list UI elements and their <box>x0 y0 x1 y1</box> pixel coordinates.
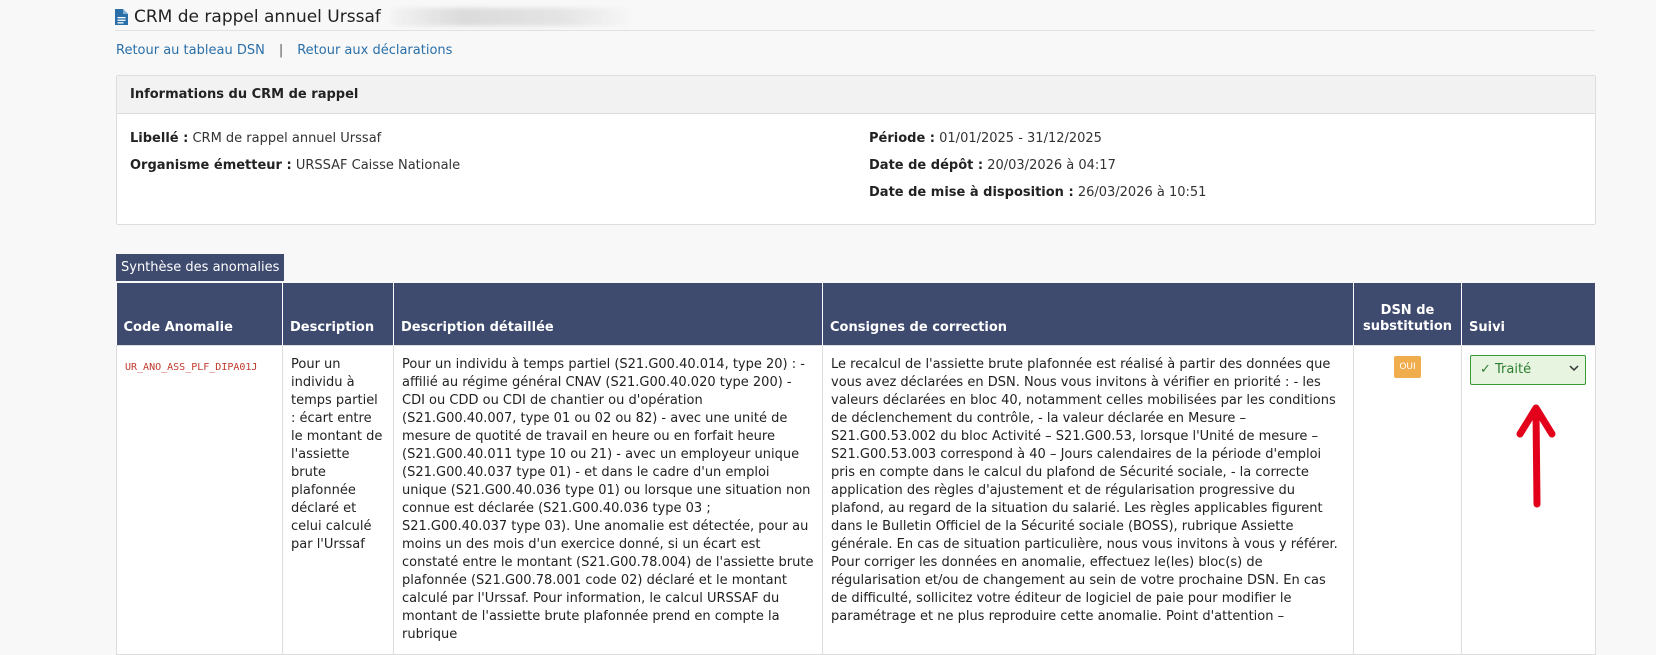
cell-dsn-substitution: OUI <box>1353 345 1462 655</box>
col-header-description[interactable]: Description <box>282 283 394 346</box>
chevron-down-icon <box>1569 361 1579 379</box>
info-left-column: Libellé : CRM de rappel annuel Urssaf Or… <box>130 129 460 183</box>
info-label: Période : <box>869 131 935 146</box>
dsn-substitution-badge: OUI <box>1394 356 1421 378</box>
page-title: CRM de rappel annuel Urssaf <box>115 4 1595 31</box>
crm-info-panel-title: Informations du CRM de rappel <box>117 76 1595 114</box>
page-title-text: CRM de rappel annuel Urssaf <box>134 7 381 27</box>
info-date-mise-disposition: Date de mise à disposition : 26/03/2026 … <box>869 183 1206 210</box>
breadcrumb-links: Retour au tableau DSN | Retour aux déclara… <box>116 43 452 58</box>
col-header-detail[interactable]: Description détaillée <box>393 283 823 346</box>
cell-consignes: Le recalcul de l'assiette brute plafonné… <box>822 345 1354 655</box>
cell-description: Pour un individu à temps partiel : écart… <box>282 345 394 655</box>
table-row: UR_ANO_ASS_PLF_DIPA01J Pour un individu … <box>116 345 1596 655</box>
info-value: URSSAF Caisse Nationale <box>295 158 461 173</box>
synthesis-tab[interactable]: Synthèse des anomalies <box>116 254 285 281</box>
red-arrow-annotation <box>1516 404 1556 508</box>
anomalies-table: Code Anomalie Description Description dé… <box>116 283 1596 655</box>
info-label: Libellé : <box>130 131 189 146</box>
anomaly-code: UR_ANO_ASS_PLF_DIPA01J <box>125 362 258 373</box>
info-libelle: Libellé : CRM de rappel annuel Urssaf <box>130 129 460 156</box>
info-organisme: Organisme émetteur : URSSAF Caisse Natio… <box>130 156 460 183</box>
link-separator: | <box>278 43 284 58</box>
info-value: 01/01/2025 - 31/12/2025 <box>939 131 1102 146</box>
document-icon <box>115 9 128 25</box>
info-value: CRM de rappel annuel Urssaf <box>192 131 382 146</box>
info-value: 26/03/2026 à 10:51 <box>1077 185 1207 200</box>
info-label: Organisme émetteur : <box>130 158 292 173</box>
crm-info-panel: Informations du CRM de rappel Libellé : … <box>116 75 1596 225</box>
cell-code: UR_ANO_ASS_PLF_DIPA01J <box>116 345 283 655</box>
info-right-column: Période : 01/01/2025 - 31/12/2025 Date d… <box>869 129 1206 210</box>
suivi-selected-value: ✓ Traité <box>1480 362 1532 377</box>
col-header-suivi[interactable]: Suivi <box>1461 283 1596 346</box>
table-header-row: Code Anomalie Description Description dé… <box>116 283 1596 346</box>
col-header-consignes[interactable]: Consignes de correction <box>822 283 1354 346</box>
col-header-code[interactable]: Code Anomalie <box>116 283 283 346</box>
info-date-depot: Date de dépôt : 20/03/2026 à 04:17 <box>869 156 1206 183</box>
info-label: Date de dépôt : <box>869 158 984 173</box>
info-value: 20/03/2026 à 04:17 <box>987 158 1116 173</box>
cell-detail: Pour un individu à temps partiel (S21.G0… <box>393 345 823 655</box>
info-periode: Période : 01/01/2025 - 31/12/2025 <box>869 129 1206 156</box>
redacted-name <box>390 8 631 26</box>
info-label: Date de mise à disposition : <box>869 185 1074 200</box>
back-to-declarations-link[interactable]: Retour aux déclarations <box>297 43 452 58</box>
suivi-select[interactable]: ✓ Traité <box>1470 355 1586 385</box>
col-header-dsn-substitution[interactable]: DSN de substitution <box>1353 283 1462 346</box>
back-to-dsn-link[interactable]: Retour au tableau DSN <box>116 43 265 58</box>
